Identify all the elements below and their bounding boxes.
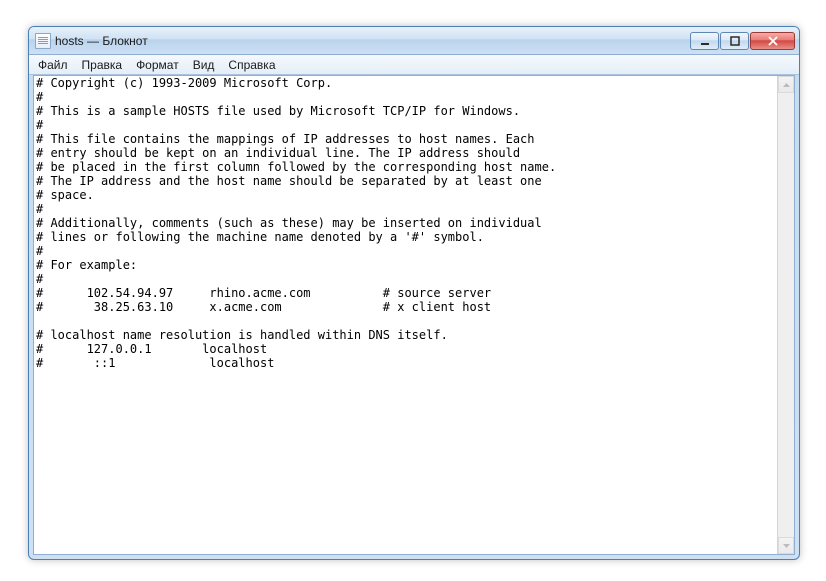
maximize-icon — [729, 36, 741, 46]
menu-help[interactable]: Справка — [221, 57, 282, 73]
minimize-icon — [699, 36, 711, 46]
notepad-icon — [35, 33, 51, 49]
vertical-scrollbar[interactable] — [777, 76, 794, 554]
menu-format[interactable]: Формат — [129, 57, 186, 73]
scroll-up-button[interactable] — [778, 76, 794, 93]
menu-edit[interactable]: Правка — [75, 57, 130, 73]
close-icon — [767, 36, 779, 46]
chevron-up-icon — [783, 83, 790, 87]
window-controls — [689, 32, 795, 50]
menu-file[interactable]: Файл — [31, 57, 75, 73]
notepad-window: hosts — Блокнот Файл Правка Формат Вид С… — [28, 26, 800, 560]
window-title: hosts — Блокнот — [55, 34, 689, 48]
maximize-button[interactable] — [720, 32, 749, 50]
titlebar[interactable]: hosts — Блокнот — [29, 27, 799, 55]
menu-view[interactable]: Вид — [186, 57, 222, 73]
scroll-down-button[interactable] — [778, 537, 794, 554]
menubar: Файл Правка Формат Вид Справка — [29, 55, 799, 75]
chevron-down-icon — [783, 544, 790, 548]
close-button[interactable] — [750, 32, 795, 50]
scroll-track[interactable] — [778, 93, 794, 537]
editor-area: # Copyright (c) 1993-2009 Microsoft Corp… — [33, 75, 795, 555]
minimize-button[interactable] — [690, 32, 719, 50]
text-editor[interactable]: # Copyright (c) 1993-2009 Microsoft Corp… — [34, 76, 777, 554]
